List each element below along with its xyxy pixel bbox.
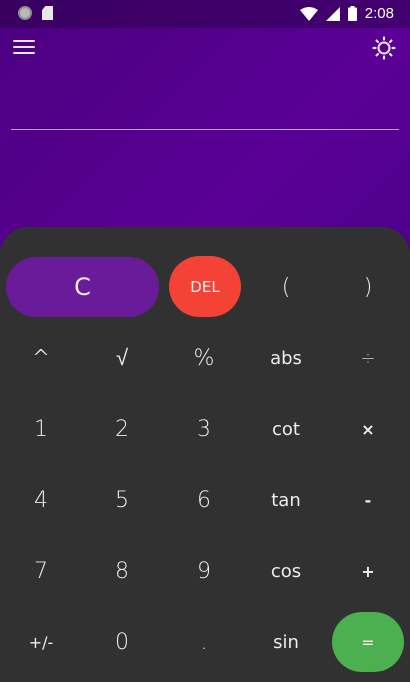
decimal-point-button[interactable]: . [168, 612, 240, 672]
digit-1-button[interactable]: 1 [5, 399, 77, 459]
wifi-icon [299, 6, 318, 21]
signal-icon [325, 6, 340, 21]
power-button[interactable]: ^ [5, 328, 77, 388]
digit-7-button[interactable]: 7 [5, 541, 77, 601]
clear-button[interactable]: C [6, 257, 159, 317]
percent-button[interactable]: % [168, 328, 240, 388]
equals-button[interactable]: = [332, 612, 404, 672]
digit-8-button[interactable]: 8 [86, 541, 158, 601]
status-time: 2:08 [364, 5, 394, 22]
calculator-app: 2:08 C DEL ( ) ^ √ % abs ÷ 1 2 3 cot × 4… [0, 0, 410, 682]
abs-button[interactable]: abs [250, 328, 322, 388]
divide-button[interactable]: ÷ [332, 328, 404, 388]
digit-2-button[interactable]: 2 [86, 399, 158, 459]
cos-button[interactable]: cos [250, 541, 322, 601]
digit-0-button[interactable]: 0 [86, 612, 158, 672]
open-parenthesis-button[interactable]: ( [250, 257, 322, 317]
cot-button[interactable]: cot [250, 399, 322, 459]
sd-card-icon [42, 6, 53, 20]
tan-button[interactable]: tan [250, 470, 322, 530]
status-bar: 2:08 [0, 0, 410, 28]
subtract-button[interactable]: - [332, 470, 404, 530]
close-parenthesis-button[interactable]: ) [332, 257, 404, 317]
notification-dot-icon [18, 6, 32, 20]
digit-6-button[interactable]: 6 [168, 470, 240, 530]
battery-icon [347, 6, 357, 21]
digit-4-button[interactable]: 4 [5, 470, 77, 530]
digit-9-button[interactable]: 9 [168, 541, 240, 601]
expression-input[interactable] [11, 88, 399, 122]
delete-button[interactable]: DEL [169, 256, 241, 317]
add-button[interactable]: + [332, 541, 404, 601]
brightness-icon[interactable] [372, 36, 396, 60]
digit-5-button[interactable]: 5 [86, 470, 158, 530]
display-divider [11, 129, 399, 130]
menu-icon[interactable] [13, 40, 35, 58]
calculator-display [11, 80, 399, 130]
digit-3-button[interactable]: 3 [168, 399, 240, 459]
toggle-sign-button[interactable]: +/- [5, 612, 77, 672]
multiply-button[interactable]: × [332, 399, 404, 459]
square-root-button[interactable]: √ [86, 328, 158, 388]
app-header [0, 28, 410, 72]
sin-button[interactable]: sin [250, 612, 322, 672]
keypad-panel: C DEL ( ) ^ √ % abs ÷ 1 2 3 cot × 4 5 6 … [0, 227, 410, 682]
